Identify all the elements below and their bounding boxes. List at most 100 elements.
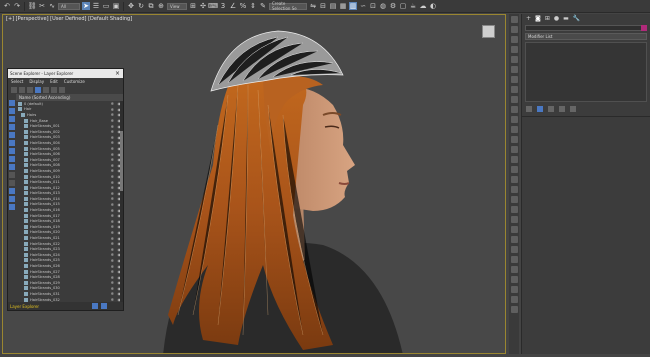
tool-icon-28[interactable]: [510, 286, 518, 293]
freeze-toggle-icon[interactable]: ❄: [111, 291, 114, 296]
freeze-toggle-icon[interactable]: ❄: [111, 224, 114, 229]
freeze-toggle-icon[interactable]: ❄: [111, 275, 114, 280]
freeze-toggle-icon[interactable]: ❄: [111, 230, 114, 235]
tool-icon-8[interactable]: [510, 86, 518, 93]
selection-filter-dropdown[interactable]: All: [58, 2, 80, 10]
scrollbar-thumb[interactable]: [120, 131, 123, 191]
align-icon[interactable]: ⊟: [319, 2, 327, 10]
layer-explorer-button[interactable]: [92, 303, 98, 309]
tool-icon-10[interactable]: [510, 106, 518, 113]
display-invert-icon[interactable]: [9, 204, 15, 210]
freeze-toggle-icon[interactable]: ❄: [111, 124, 114, 129]
angle-snap-icon[interactable]: ∠: [229, 2, 237, 10]
render-setup-icon[interactable]: ⚙: [389, 2, 397, 10]
freeze-toggle-icon[interactable]: ❄: [111, 185, 114, 190]
explorer-title-bar[interactable]: Scene Explorer - Layer Explorer ×: [8, 69, 123, 78]
tool-icon-5[interactable]: [510, 56, 518, 63]
unlink-icon[interactable]: ✂: [38, 2, 46, 10]
snap-toggle-icon[interactable]: 3: [219, 2, 227, 10]
render-icon[interactable]: ☕: [409, 2, 417, 10]
material-editor-icon[interactable]: ◍: [379, 2, 387, 10]
tool-icon-2[interactable]: [510, 26, 518, 33]
freeze-toggle-icon[interactable]: ❄: [111, 219, 114, 224]
layer-icon[interactable]: [43, 86, 49, 93]
freeze-toggle-icon[interactable]: ❄: [111, 129, 114, 134]
menu-display[interactable]: Display: [29, 79, 44, 84]
tool-icon-9[interactable]: [510, 96, 518, 103]
tool-icon-26[interactable]: [510, 266, 518, 273]
configure-modifier-sets-icon[interactable]: [570, 106, 576, 112]
freeze-toggle-icon[interactable]: ❄: [111, 252, 114, 257]
create-icon[interactable]: +: [526, 15, 531, 22]
menu-select[interactable]: Select: [11, 79, 23, 84]
freeze-toggle-icon[interactable]: ❄: [111, 286, 114, 291]
freeze-toggle-icon[interactable]: ❄: [111, 208, 114, 213]
display-icon[interactable]: ▬: [563, 15, 569, 22]
freeze-toggle-icon[interactable]: ❄: [111, 280, 114, 285]
display-none-icon[interactable]: [9, 196, 15, 202]
hierarchy-icon[interactable]: ⊞: [545, 15, 550, 22]
perspective-viewport[interactable]: [+] [Perspective] [User Defined] [Defaul…: [2, 14, 506, 354]
freeze-toggle-icon[interactable]: ❄: [111, 180, 114, 185]
schematic-view-icon[interactable]: ⊡: [369, 2, 377, 10]
tool-icon-23[interactable]: [510, 236, 518, 243]
freeze-toggle-icon[interactable]: ❄: [111, 269, 114, 274]
tool-icon-17[interactable]: [510, 176, 518, 183]
freeze-toggle-icon[interactable]: ❄: [111, 174, 114, 179]
modifier-stack[interactable]: [525, 42, 647, 102]
tool-icon-20[interactable]: [510, 206, 518, 213]
percent-snap-icon[interactable]: %: [239, 2, 247, 10]
explorer-list[interactable]: Name (Sorted Ascending) 0 (default)❄◉Hai…: [16, 94, 123, 302]
tool-icon-30[interactable]: [510, 306, 518, 313]
freeze-toggle-icon[interactable]: ❄: [111, 241, 114, 246]
freeze-toggle-icon[interactable]: ❄: [111, 157, 114, 162]
mirror-icon[interactable]: ⇋: [309, 2, 317, 10]
selection-set-dropdown[interactable]: Create Selection Se: [269, 1, 307, 11]
freeze-toggle-icon[interactable]: ❄: [111, 118, 114, 123]
tool-icon-19[interactable]: [510, 196, 518, 203]
display-all-icon[interactable]: [9, 188, 15, 194]
tool-icon-11[interactable]: [510, 116, 518, 123]
tool-icon-25[interactable]: [510, 256, 518, 263]
freeze-toggle-icon[interactable]: ❄: [111, 191, 114, 196]
rectangle-select-icon[interactable]: ▭: [102, 2, 110, 10]
bind-icon[interactable]: ∿: [48, 2, 56, 10]
display-containers-icon[interactable]: [9, 172, 15, 178]
freeze-toggle-icon[interactable]: ❄: [111, 236, 114, 241]
find-icon[interactable]: [19, 86, 25, 93]
display-lights-icon[interactable]: [9, 116, 15, 122]
redo-icon[interactable]: ↷: [13, 2, 21, 10]
scale-icon[interactable]: ⧉: [147, 2, 155, 10]
column-header[interactable]: Name (Sorted Ascending): [16, 94, 123, 101]
tool-icon-27[interactable]: [510, 276, 518, 283]
freeze-toggle-icon[interactable]: ❄: [111, 163, 114, 168]
move-icon[interactable]: ✥: [127, 2, 135, 10]
toggle-ribbon-icon[interactable]: ▥: [349, 2, 357, 10]
hide-icon[interactable]: [59, 86, 65, 93]
tool-icon-13[interactable]: [510, 136, 518, 143]
freeze-toggle-icon[interactable]: ❄: [111, 101, 114, 106]
object-name-field[interactable]: [525, 25, 647, 31]
display-spacewarps-icon[interactable]: [9, 140, 15, 146]
freeze-toggle-icon[interactable]: ❄: [111, 247, 114, 252]
object-color-swatch[interactable]: [641, 25, 647, 31]
freeze-toggle-icon[interactable]: ❄: [111, 152, 114, 157]
freeze-toggle-icon[interactable]: ❄: [111, 146, 114, 151]
freeze-toggle-icon[interactable]: ❄: [111, 202, 114, 207]
filter-icon[interactable]: [11, 86, 17, 93]
spinner-snap-icon[interactable]: ⇕: [249, 2, 257, 10]
freeze-icon[interactable]: [51, 86, 57, 93]
link-icon[interactable]: ⛓: [28, 2, 37, 10]
display-shapes-icon[interactable]: [9, 108, 15, 114]
select-object-icon[interactable]: ➤: [82, 2, 90, 10]
display-children-icon[interactable]: [35, 86, 41, 93]
select-by-name-icon[interactable]: ☰: [92, 2, 100, 10]
scene-explorer-icon[interactable]: ▦: [339, 2, 347, 10]
tool-icon-16[interactable]: [510, 166, 518, 173]
modifier-list-dropdown[interactable]: Modifier List: [525, 33, 647, 40]
view-dropdown[interactable]: View: [167, 2, 187, 10]
rotate-icon[interactable]: ↻: [137, 2, 145, 10]
tool-icon-14[interactable]: [510, 146, 518, 153]
make-unique-icon[interactable]: [548, 106, 554, 112]
tool-icon-29[interactable]: [510, 296, 518, 303]
